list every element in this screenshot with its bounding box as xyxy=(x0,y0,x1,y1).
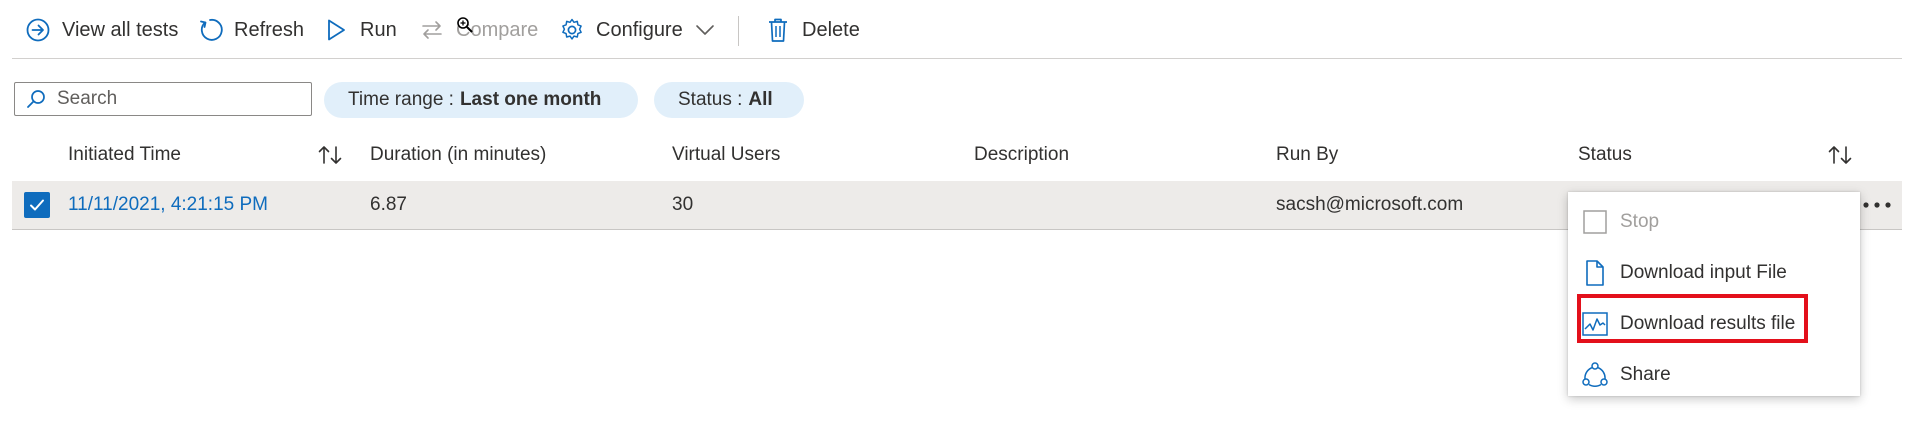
view-all-tests-button[interactable]: View all tests xyxy=(24,12,178,48)
configure-label: Configure xyxy=(596,18,683,41)
virtual-users-cell: 30 xyxy=(672,194,694,215)
play-icon xyxy=(322,16,350,44)
time-range-value: Last one month xyxy=(459,89,602,110)
view-all-tests-label: View all tests xyxy=(62,18,179,41)
menu-item-label: Stop xyxy=(1620,211,1660,232)
status-filter-chip[interactable]: Status : All xyxy=(654,82,804,118)
share-icon xyxy=(1580,360,1610,390)
time-range-label: Time range : xyxy=(348,89,454,110)
chevron-down-icon xyxy=(695,23,715,37)
refresh-button[interactable]: Refresh xyxy=(196,12,304,48)
column-header-initiated-time[interactable]: Initiated Time xyxy=(68,142,181,168)
command-bar: View all tests Refresh Run Compare Confi… xyxy=(0,0,1908,60)
trash-icon xyxy=(764,16,792,44)
delete-button[interactable]: Delete xyxy=(764,12,860,48)
toolbar-divider xyxy=(738,16,739,46)
menu-item-share[interactable]: Share xyxy=(1568,353,1860,397)
checkmark-icon xyxy=(30,199,44,211)
refresh-label: Refresh xyxy=(234,18,305,41)
column-header-status[interactable]: Status xyxy=(1578,142,1632,168)
zoom-cursor-icon xyxy=(456,16,474,34)
stop-checkbox-icon xyxy=(1580,207,1610,237)
toolbar-bottom-divider xyxy=(12,58,1902,59)
gear-icon xyxy=(558,16,586,44)
more-options-button[interactable] xyxy=(1860,193,1894,217)
column-header-run-by[interactable]: Run By xyxy=(1276,142,1338,168)
status-filter-value: All xyxy=(748,89,773,110)
status-filter-label: Status : xyxy=(678,89,743,110)
row-select-checkbox[interactable] xyxy=(24,192,50,218)
sort-arrows-icon[interactable] xyxy=(316,142,344,168)
compare-button[interactable]: Compare xyxy=(418,12,538,48)
refresh-icon xyxy=(196,16,224,44)
column-header-virtual-users[interactable]: Virtual Users xyxy=(672,142,780,168)
row-context-menu: Stop Download input File Download result… xyxy=(1568,192,1860,396)
document-icon xyxy=(1580,258,1610,288)
search-box[interactable] xyxy=(14,82,312,116)
chart-icon xyxy=(1580,309,1610,339)
menu-item-label: Download input File xyxy=(1620,262,1787,283)
compare-arrows-icon xyxy=(418,16,446,44)
search-input[interactable] xyxy=(55,87,299,111)
configure-button[interactable]: Configure xyxy=(558,12,715,48)
run-by-cell: sacsh@microsoft.com xyxy=(1276,194,1464,215)
delete-label: Delete xyxy=(802,18,860,41)
menu-item-download-results-file[interactable]: Download results file xyxy=(1568,302,1860,346)
time-range-filter-chip[interactable]: Time range : Last one month xyxy=(324,82,638,118)
initiated-time-link[interactable]: 11/11/2021, 4:21:15 PM xyxy=(68,192,268,218)
sort-arrows-icon[interactable] xyxy=(1826,142,1854,168)
run-label: Run xyxy=(360,18,397,41)
search-icon xyxy=(25,88,47,110)
run-button[interactable]: Run xyxy=(322,12,397,48)
menu-item-label: Download results file xyxy=(1620,313,1796,334)
menu-item-label: Share xyxy=(1620,364,1671,385)
ellipsis-icon xyxy=(1863,202,1891,208)
menu-item-download-input-file[interactable]: Download input File xyxy=(1568,251,1860,295)
arrow-circle-right-icon xyxy=(24,16,52,44)
duration-cell: 6.87 xyxy=(370,194,407,215)
column-header-description[interactable]: Description xyxy=(974,142,1069,168)
menu-item-stop[interactable]: Stop xyxy=(1568,200,1860,244)
column-header-duration[interactable]: Duration (in minutes) xyxy=(370,142,546,168)
